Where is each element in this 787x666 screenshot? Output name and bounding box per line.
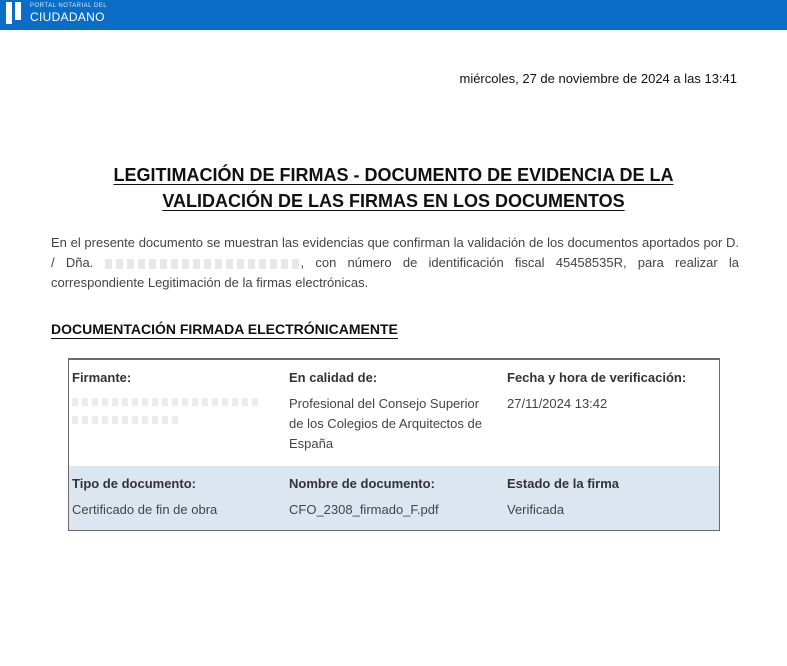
redacted-signer-line	[72, 398, 262, 406]
tipo-cell: Tipo de documento: Certificado de fin de…	[72, 466, 277, 520]
fecha-label: Fecha y hora de verificación:	[507, 370, 687, 385]
calidad-value: Profesional del Consejo Superior de los …	[289, 396, 482, 451]
section-title: DOCUMENTACIÓN FIRMADA ELECTRÓNICAMENTE	[51, 321, 398, 339]
estado-value: Verificada	[507, 502, 565, 517]
firmante-cell: Firmante:	[72, 360, 277, 424]
title-line-2: VALIDACIÓN DE LAS FIRMAS EN LOS DOCUMENT…	[162, 191, 625, 211]
redacted-name	[104, 258, 301, 269]
title-line-1: LEGITIMACIÓN DE FIRMAS - DOCUMENTO DE EV…	[113, 165, 674, 185]
tipo-value: Certificado de fin de obra	[72, 502, 218, 517]
nombre-label: Nombre de documento:	[289, 476, 435, 491]
table-row: Firmante: En calidad de: Profesional del…	[69, 360, 719, 466]
table-row: Tipo de documento: Certificado de fin de…	[69, 466, 719, 530]
calidad-cell: En calidad de: Profesional del Consejo S…	[289, 360, 495, 454]
estado-label: Estado de la firma	[507, 476, 619, 491]
calidad-label: En calidad de:	[289, 370, 378, 385]
nombre-cell: Nombre de documento: CFO_2308_firmado_F.…	[289, 466, 495, 520]
top-bar: PORTAL NOTARIAL DEL CIUDADANO	[0, 0, 787, 30]
fecha-value: 27/11/2024 13:42	[507, 396, 608, 411]
logo-mark-icon	[6, 2, 22, 24]
page-title: LEGITIMACIÓN DE FIRMAS - DOCUMENTO DE EV…	[60, 162, 727, 214]
tipo-label: Tipo de documento:	[72, 476, 196, 491]
redacted-signer-line	[72, 416, 182, 424]
portal-logo[interactable]: PORTAL NOTARIAL DEL CIUDADANO	[6, 2, 107, 24]
signatures-table: Firmante: En calidad de: Profesional del…	[68, 358, 720, 531]
firmante-label: Firmante:	[72, 370, 132, 385]
nombre-value: CFO_2308_firmado_F.pdf	[289, 502, 439, 517]
intro-paragraph: En el presente documento se muestran las…	[51, 233, 739, 293]
estado-cell: Estado de la firma Verificada	[507, 466, 715, 520]
fecha-cell: Fecha y hora de verificación: 27/11/2024…	[507, 360, 715, 414]
logo-subtitle: PORTAL NOTARIAL DEL	[30, 3, 108, 9]
date-line: miércoles, 27 de noviembre de 2024 a las…	[459, 71, 737, 86]
logo-text: PORTAL NOTARIAL DEL CIUDADANO	[30, 3, 107, 23]
logo-title: CIUDADANO	[30, 10, 105, 24]
